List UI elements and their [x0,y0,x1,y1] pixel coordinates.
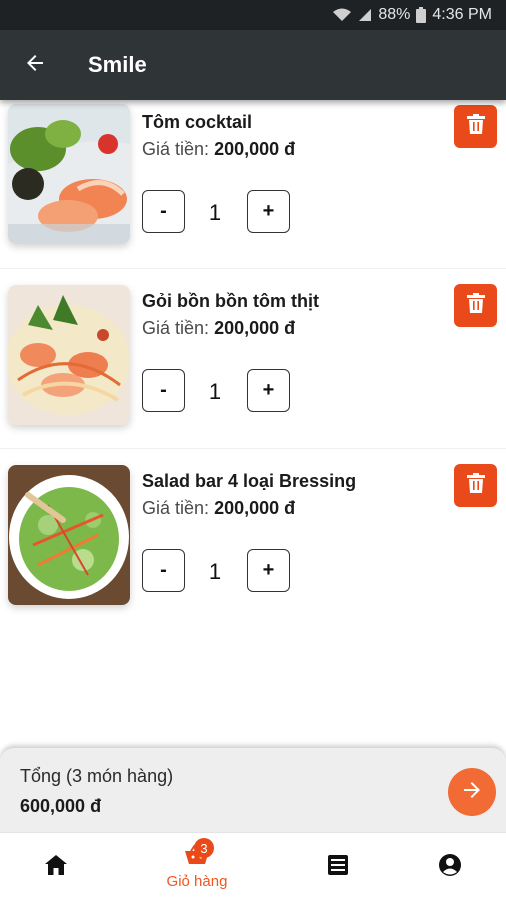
cart-item: Salad bar 4 loại Bressing Giá tiền: 200,… [0,449,506,629]
trash-icon [466,473,485,498]
account-icon [438,853,462,882]
arrow-left-icon [23,51,47,80]
decrease-quantity-button[interactable]: - [142,190,185,233]
price-value: 200,000 đ [214,318,296,338]
list-icon [327,854,349,881]
price-label: Giá tiền: [142,139,210,159]
increase-quantity-button[interactable]: + [247,190,290,233]
battery-percent: 88% [378,6,411,23]
battery-icon [416,7,427,23]
quantity-value: 1 [208,379,222,404]
cart-count-badge: 3 [194,838,214,858]
status-bar: 88% 4:36 PM [0,0,506,30]
back-button[interactable] [0,30,70,100]
delete-item-button[interactable] [454,105,497,148]
shrimp-salad-image [8,285,130,425]
page-title: Smile [88,52,147,77]
trash-icon [466,114,485,139]
home-icon [44,854,68,881]
nav-account[interactable] [420,833,480,900]
item-price: Giá tiền: 200,000 đ [142,498,295,519]
delete-item-button[interactable] [454,284,497,327]
item-name: Salad bar 4 loại Bressing [142,471,357,491]
quantity-value: 1 [208,559,222,584]
item-price: Giá tiền: 200,000 đ [142,318,295,339]
salad-image [8,465,130,605]
clock: 4:36 PM [432,6,492,23]
price-label: Giá tiền: [142,498,210,518]
decrease-quantity-button[interactable]: - [142,369,185,412]
shrimp-cocktail-image [8,104,130,244]
cart-item: Tôm cocktail Giá tiền: 200,000 đ - 1 + [0,90,506,269]
price-value: 200,000 đ [214,498,296,518]
nav-home[interactable] [26,833,86,900]
arrow-right-icon [460,778,484,807]
checkout-button[interactable] [448,768,496,816]
nav-cart-label: Giỏ hàng [166,873,228,890]
increase-quantity-button[interactable]: + [247,369,290,412]
item-price: Giá tiền: 200,000 đ [142,139,295,160]
increase-quantity-button[interactable]: + [247,549,290,592]
cart-item: Gỏi bồn bồn tôm thịt Giá tiền: 200,000 đ… [0,269,506,449]
app-bar: Smile [0,30,506,100]
bottom-nav: Giỏ hàng 3 [0,832,506,900]
quantity-value: 1 [208,200,222,225]
total-price: 600,000 đ [20,796,102,816]
item-name: Tôm cocktail [142,112,253,132]
delete-item-button[interactable] [454,464,497,507]
signal-icon [358,8,372,22]
decrease-quantity-button[interactable]: - [142,549,185,592]
cart-list: Tôm cocktail Giá tiền: 200,000 đ - 1 + G… [0,100,506,629]
cart-summary: Tổng (3 món hàng) 600,000 đ [0,748,506,832]
nav-orders[interactable] [308,833,368,900]
wifi-icon [332,7,352,23]
nav-cart[interactable]: Giỏ hàng 3 [152,833,242,900]
price-label: Giá tiền: [142,318,210,338]
summary-label: Tổng (3 món hàng) [20,766,174,786]
price-value: 200,000 đ [214,139,296,159]
trash-icon [466,293,485,318]
item-name: Gỏi bồn bồn tôm thịt [142,291,319,311]
